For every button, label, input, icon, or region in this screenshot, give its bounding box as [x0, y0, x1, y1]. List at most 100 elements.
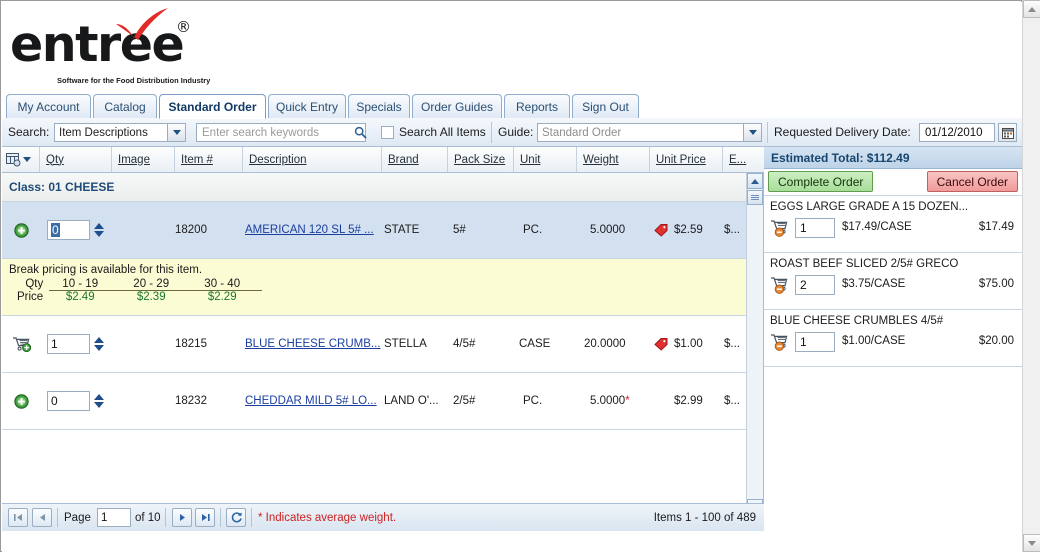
tab-standard-order[interactable]: Standard Order [159, 94, 266, 119]
complete-order-button[interactable]: Complete Order [768, 171, 874, 192]
cart-line-item[interactable]: EGGS LARGE GRADE A 15 DOZEN... 1 $17.49/… [764, 196, 1022, 253]
table-row[interactable]: 1 18215 BLUE CHEESE CRUMB... STELLA 4/5#… [2, 316, 747, 373]
stepper-down-icon [93, 345, 104, 351]
cart-quantity-input[interactable]: 1 [795, 218, 835, 238]
column-header-unit[interactable]: Unit [514, 147, 577, 172]
next-page-button[interactable] [172, 508, 192, 527]
quantity-value: 0 [51, 394, 58, 408]
page-label: Page [64, 512, 91, 524]
column-header-item-number[interactable]: Item # [175, 147, 243, 172]
search-label: Search: [8, 125, 50, 139]
break-tier-price: $2.39 [136, 291, 166, 303]
chevron-down-icon[interactable] [743, 124, 761, 141]
scroll-up-button[interactable] [747, 173, 763, 189]
refresh-button[interactable] [226, 508, 246, 527]
add-item-icon[interactable] [10, 202, 32, 258]
cart-remove-icon[interactable] [770, 276, 790, 299]
cart-unit-price: $17.49/CASE [842, 221, 912, 233]
checkmark-icon [116, 8, 168, 40]
break-price-label: Price [17, 290, 44, 303]
registered-mark: ® [176, 18, 191, 36]
page-scroll-down-button[interactable] [1023, 534, 1040, 552]
page-scroll-up-button[interactable] [1023, 0, 1040, 18]
cart-line-item[interactable]: BLUE CHEESE CRUMBLES 4/5# 1 $1.00/CASE $… [764, 310, 1022, 367]
quantity-input[interactable]: 1 [47, 334, 90, 354]
break-qty-label: Qty [25, 278, 44, 291]
grid-scrollbar[interactable] [746, 173, 763, 515]
search-input-placeholder: Enter search keywords [202, 126, 319, 139]
chevron-down-icon[interactable] [23, 157, 31, 162]
break-pricing-panel: Break pricing is available for this item… [2, 259, 747, 316]
guide-label: Guide: [498, 125, 534, 139]
prev-page-button[interactable] [32, 508, 52, 527]
cell-unit-price: $2.59 [674, 224, 703, 236]
quantity-input[interactable]: 0 [47, 220, 90, 240]
cart-remove-icon[interactable] [770, 219, 790, 242]
cell-pack-size: 4/5# [453, 338, 476, 350]
grid-settings-button[interactable] [2, 147, 40, 172]
cell-item-number: 18232 [175, 395, 207, 407]
cart-item-name: EGGS LARGE GRADE A 15 DOZEN... [770, 201, 969, 213]
stepper-up-icon [93, 223, 104, 229]
bottom-spacer [2, 531, 1022, 552]
cell-description[interactable]: AMERICAN 120 SL 5# ... [245, 202, 381, 258]
quantity-value: 0 [51, 223, 60, 237]
cell-item-number: 18215 [175, 338, 207, 350]
search-input[interactable]: Enter search keywords [196, 123, 366, 142]
table-row[interactable]: 0 18200 AMERICAN 120 SL 5# ... STATE 5# … [2, 202, 747, 259]
quantity-stepper[interactable] [93, 390, 104, 412]
browser-scrollbar[interactable] [1022, 0, 1040, 552]
price-tag-icon [652, 202, 670, 258]
search-icon[interactable] [352, 123, 368, 142]
column-header-weight[interactable]: Weight [577, 147, 650, 172]
tab-quick-entry[interactable]: Quick Entry [268, 94, 346, 118]
first-page-button[interactable] [8, 508, 28, 527]
tab-catalog[interactable]: Catalog [93, 94, 157, 118]
cart-unit-price: $3.75/CASE [842, 278, 906, 290]
column-header-description[interactable]: Description [243, 147, 382, 172]
column-header-qty[interactable]: Qty [40, 147, 112, 172]
cell-description[interactable]: CHEDDAR MILD 5# LO... [245, 373, 381, 429]
cart-line-item[interactable]: ROAST BEEF SLICED 2/5# GRECO 2 $3.75/CAS… [764, 253, 1022, 310]
quantity-stepper[interactable] [93, 219, 104, 241]
column-header-image[interactable]: Image [112, 147, 175, 172]
page-frame: entree ® Software for the Food Distribut… [0, 0, 1022, 552]
last-page-button[interactable] [195, 508, 215, 527]
cell-unit-price: $1.00 [674, 338, 703, 350]
cart-action-bar: Complete Order Cancel Order [764, 169, 1022, 196]
column-header-extended[interactable]: E... [723, 147, 764, 172]
search-all-items-checkbox[interactable] [381, 126, 394, 139]
scrollbar-thumb[interactable] [747, 190, 763, 205]
tab-sign-out[interactable]: Sign Out [572, 94, 639, 118]
cancel-order-button[interactable]: Cancel Order [926, 171, 1018, 192]
pagination-bar: Page 1 of 10 * Indicates average weight.… [2, 503, 764, 531]
cell-description[interactable]: BLUE CHEESE CRUMB... [245, 316, 381, 372]
cart-remove-icon[interactable] [770, 333, 790, 356]
column-header-brand[interactable]: Brand [382, 147, 448, 172]
table-row[interactable]: 0 18232 CHEDDAR MILD 5# LO... LAND O'...… [2, 373, 747, 430]
quantity-stepper[interactable] [93, 333, 104, 355]
cell-unit: CASE [519, 338, 551, 350]
page-number-input[interactable]: 1 [97, 508, 131, 527]
chevron-down-icon[interactable] [167, 124, 185, 141]
search-field-select[interactable]: Item Descriptions [54, 123, 186, 142]
tab-my-account[interactable]: My Account [6, 94, 91, 118]
cell-pack-size: 2/5# [453, 395, 476, 407]
calendar-icon[interactable] [998, 123, 1017, 142]
column-header-pack-size[interactable]: Pack Size [448, 147, 514, 172]
delivery-date-input[interactable]: 01/12/2010 [919, 123, 995, 142]
application-window: entree ® Software for the Food Distribut… [0, 0, 1040, 552]
tab-reports[interactable]: Reports [504, 94, 570, 118]
stepper-down-icon [93, 231, 104, 237]
tab-specials[interactable]: Specials [348, 94, 410, 118]
guide-select[interactable]: Standard Order [537, 123, 762, 142]
cart-item-name: BLUE CHEESE CRUMBLES 4/5# [770, 315, 944, 327]
cart-quantity-input[interactable]: 1 [795, 332, 835, 352]
break-pricing-title: Break pricing is available for this item… [9, 264, 203, 276]
quantity-input[interactable]: 0 [47, 391, 90, 411]
tab-order-guides[interactable]: Order Guides [412, 94, 502, 118]
add-item-icon[interactable] [10, 373, 32, 429]
column-header-unit-price[interactable]: Unit Price [650, 147, 723, 172]
cart-add-icon[interactable] [8, 316, 34, 372]
cart-quantity-input[interactable]: 2 [795, 275, 835, 295]
